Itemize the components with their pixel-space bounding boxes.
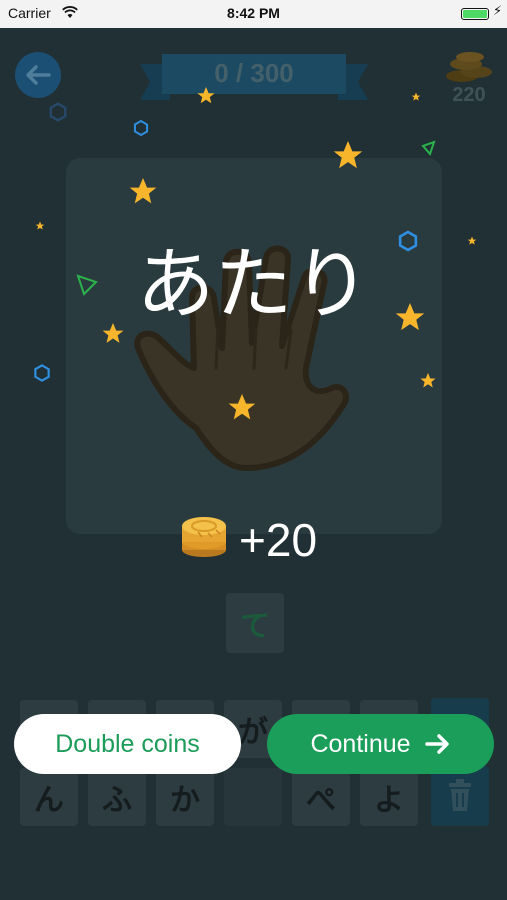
star-sparkle <box>129 178 157 204</box>
star-sparkle <box>197 87 215 104</box>
hexagon-sparkle <box>130 118 152 138</box>
reward-amount: +20 <box>239 514 318 566</box>
star-sparkle <box>411 92 421 101</box>
star-sparkle <box>420 373 436 388</box>
coin-reward-icon <box>182 517 226 557</box>
star-sparkle <box>228 394 256 420</box>
continue-label: Continue <box>310 729 411 758</box>
arrow-right-icon <box>424 733 451 755</box>
triangle-sparkle <box>421 140 436 156</box>
double-coins-label: Double coins <box>55 729 200 758</box>
double-coins-button[interactable]: Double coins <box>14 714 241 774</box>
hexagon-sparkle <box>30 362 54 384</box>
star-sparkle <box>333 141 363 169</box>
result-title: あたり <box>136 240 371 330</box>
hexagon-sparkle <box>45 100 71 124</box>
continue-button[interactable]: Continue <box>267 714 494 774</box>
